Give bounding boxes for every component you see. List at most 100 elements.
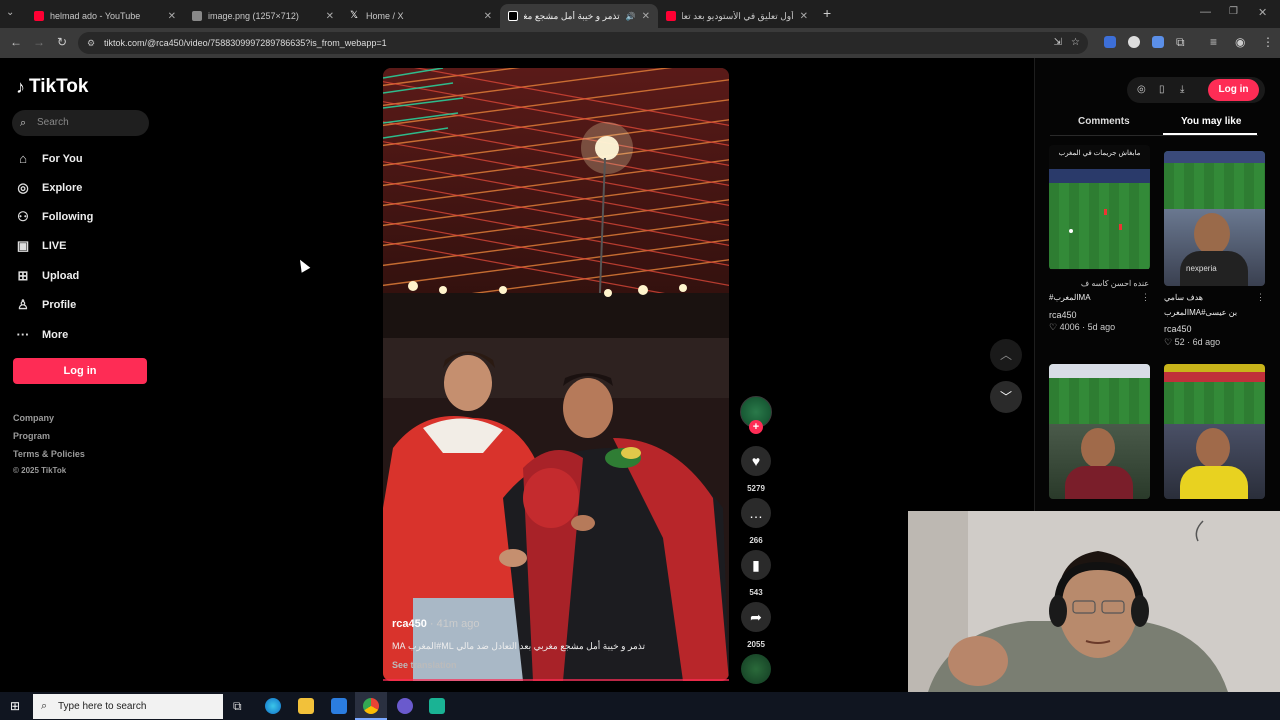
video-progress-bar[interactable]: [383, 679, 729, 681]
translate-extension-icon[interactable]: [1104, 36, 1116, 48]
chrome-icon[interactable]: [363, 698, 379, 714]
player-photo: [1049, 424, 1150, 499]
close-icon[interactable]: ✕: [642, 11, 650, 22]
next-video-button[interactable]: ﹀: [990, 381, 1022, 413]
tab-image[interactable]: image.png (1257×712) ✕: [184, 4, 342, 28]
card-title[interactable]: #المغربMA: [1049, 293, 1149, 302]
profile-avatar-icon[interactable]: ◉: [1235, 35, 1245, 49]
video-card-thumbnail[interactable]: [1164, 364, 1265, 499]
sidebar-item-label: Upload: [42, 270, 80, 282]
sidebar-item-for-you[interactable]: ⌂ For You: [16, 151, 82, 166]
tiktok-logo[interactable]: ♪ TikTok: [16, 76, 88, 98]
app-icon[interactable]: [429, 698, 445, 714]
reload-icon[interactable]: ↻: [57, 35, 67, 49]
tab-x[interactable]: 𝕏 Home / X ✕: [342, 4, 500, 28]
card-age: 5d ago: [1087, 322, 1116, 332]
sidebar-item-profile[interactable]: ♙ Profile: [16, 297, 76, 313]
sidebar-item-explore[interactable]: ◎ Explore: [16, 180, 82, 196]
download-icon[interactable]: ⤓: [1180, 84, 1184, 95]
player-photo: [1164, 424, 1265, 499]
phone-app-icon[interactable]: ▯: [1159, 84, 1165, 95]
maximize-button[interactable]: ❐: [1229, 6, 1238, 17]
close-icon[interactable]: ✕: [800, 11, 808, 22]
football-pitch-image: [1049, 364, 1150, 424]
card-title-line2[interactable]: بن عيسى#MAالمغرب: [1164, 308, 1264, 317]
heart-icon[interactable]: ♥: [741, 446, 771, 476]
tab-list-chevron-icon[interactable]: ⌄: [6, 7, 14, 18]
like-action[interactable]: ♥ 5279: [741, 446, 771, 493]
minimize-button[interactable]: —: [1200, 6, 1211, 18]
file-explorer-icon[interactable]: [298, 698, 314, 714]
previous-video-button[interactable]: ︿: [990, 339, 1022, 371]
sidebar-item-live[interactable]: ▣ LIVE: [16, 238, 67, 254]
card-author[interactable]: rca450: [1164, 324, 1192, 334]
home-icon: ⌂: [19, 151, 27, 166]
card-menu-icon[interactable]: ⋮: [1141, 292, 1150, 303]
search-input[interactable]: ⌕ Search: [12, 110, 149, 136]
see-translation-link[interactable]: See translation: [392, 660, 457, 670]
window-close-button[interactable]: ✕: [1258, 6, 1267, 19]
share-action[interactable]: ➦ 2055: [741, 602, 771, 649]
search-icon: ⌕: [20, 117, 27, 129]
football-pitch-image: [1164, 364, 1265, 424]
site-info-icon[interactable]: ⚙: [87, 32, 95, 54]
comment-action[interactable]: … 266: [741, 498, 771, 545]
task-view-icon[interactable]: ⧉: [233, 699, 242, 714]
follow-plus-button[interactable]: +: [749, 420, 763, 434]
extension-icon[interactable]: [1152, 36, 1164, 48]
sidebar-item-following[interactable]: ⚇ Following: [16, 209, 93, 225]
footer-link-company[interactable]: Company: [13, 413, 54, 423]
video-card-thumbnail[interactable]: nexperia: [1164, 151, 1265, 286]
sidebar-item-upload[interactable]: ⊞ Upload: [16, 268, 80, 284]
close-icon[interactable]: ✕: [484, 11, 492, 22]
tiktok-note-icon: ♪: [16, 76, 25, 97]
extensions-puzzle-icon[interactable]: ⧉: [1176, 35, 1185, 50]
back-icon[interactable]: ←: [10, 35, 22, 49]
video-player[interactable]: [383, 68, 729, 681]
speaker-icon[interactable]: 🔊: [626, 12, 636, 21]
tab-you-may-like[interactable]: You may like: [1181, 116, 1241, 127]
music-disc-icon[interactable]: [741, 654, 771, 684]
card-author[interactable]: rca450: [1049, 310, 1077, 320]
edge-browser-icon[interactable]: [265, 698, 281, 714]
tab-youtube[interactable]: helmad ado - YouTube ✕: [26, 4, 184, 28]
install-icon[interactable]: ⇲: [1054, 32, 1062, 54]
close-icon[interactable]: ✕: [168, 11, 176, 22]
coins-icon[interactable]: ◎: [1137, 84, 1146, 95]
new-tab-button[interactable]: +: [823, 5, 831, 21]
video-card-thumbnail[interactable]: مابغاش جريمات في المغرب: [1049, 145, 1150, 270]
video-author[interactable]: rca450 · 41m ago: [392, 618, 479, 630]
menu-kebab-icon[interactable]: ⋮: [1262, 35, 1274, 49]
login-button[interactable]: Log in: [13, 358, 147, 384]
taskbar-search-input[interactable]: ⌕ Type here to search: [33, 694, 223, 719]
tab-tiktok[interactable]: تذمر و خيبة أمل مشجع مغربي 🔊 ✕: [500, 4, 658, 28]
webcam-overlay: [908, 511, 1280, 692]
tab-youtube-2[interactable]: أول تعليق في الأستوديو بعد تعا ✕: [658, 4, 816, 28]
author-handle[interactable]: rca450: [392, 618, 427, 630]
windows-start-icon[interactable]: ⊞: [10, 699, 20, 713]
sidebar-item-more[interactable]: ··· More: [16, 327, 69, 342]
close-icon[interactable]: ✕: [326, 11, 334, 22]
video-card-thumbnail[interactable]: [1049, 364, 1150, 499]
tab-title: helmad ado - YouTube: [50, 11, 141, 21]
store-icon[interactable]: [331, 698, 347, 714]
extension-icon[interactable]: [1128, 36, 1140, 48]
footer-link-terms[interactable]: Terms & Policies: [13, 449, 85, 459]
save-action[interactable]: ▮ 543: [741, 550, 771, 597]
discord-icon[interactable]: [397, 698, 413, 714]
forward-icon[interactable]: →: [33, 35, 45, 49]
card-menu-icon[interactable]: ⋮: [1256, 292, 1265, 303]
share-icon[interactable]: ➦: [741, 602, 771, 632]
card-meta: ♡ 52 · 6d ago: [1164, 337, 1221, 347]
bookmark-star-icon[interactable]: ☆: [1071, 32, 1080, 54]
bookmark-icon[interactable]: ▮: [741, 550, 771, 580]
card-title[interactable]: هدف سامي: [1164, 293, 1264, 302]
media-control-icon[interactable]: ≡: [1210, 35, 1217, 49]
comment-icon[interactable]: …: [741, 498, 771, 528]
tab-comments[interactable]: Comments: [1078, 116, 1130, 127]
stadium-background: [383, 68, 729, 348]
header-login-button[interactable]: Log in: [1208, 79, 1259, 101]
footer-link-program[interactable]: Program: [13, 431, 50, 441]
address-bar[interactable]: ⚙ tiktok.com/@rca450/video/7588309997289…: [78, 32, 1088, 54]
shirt-sponsor-text: nexperia: [1186, 264, 1217, 273]
